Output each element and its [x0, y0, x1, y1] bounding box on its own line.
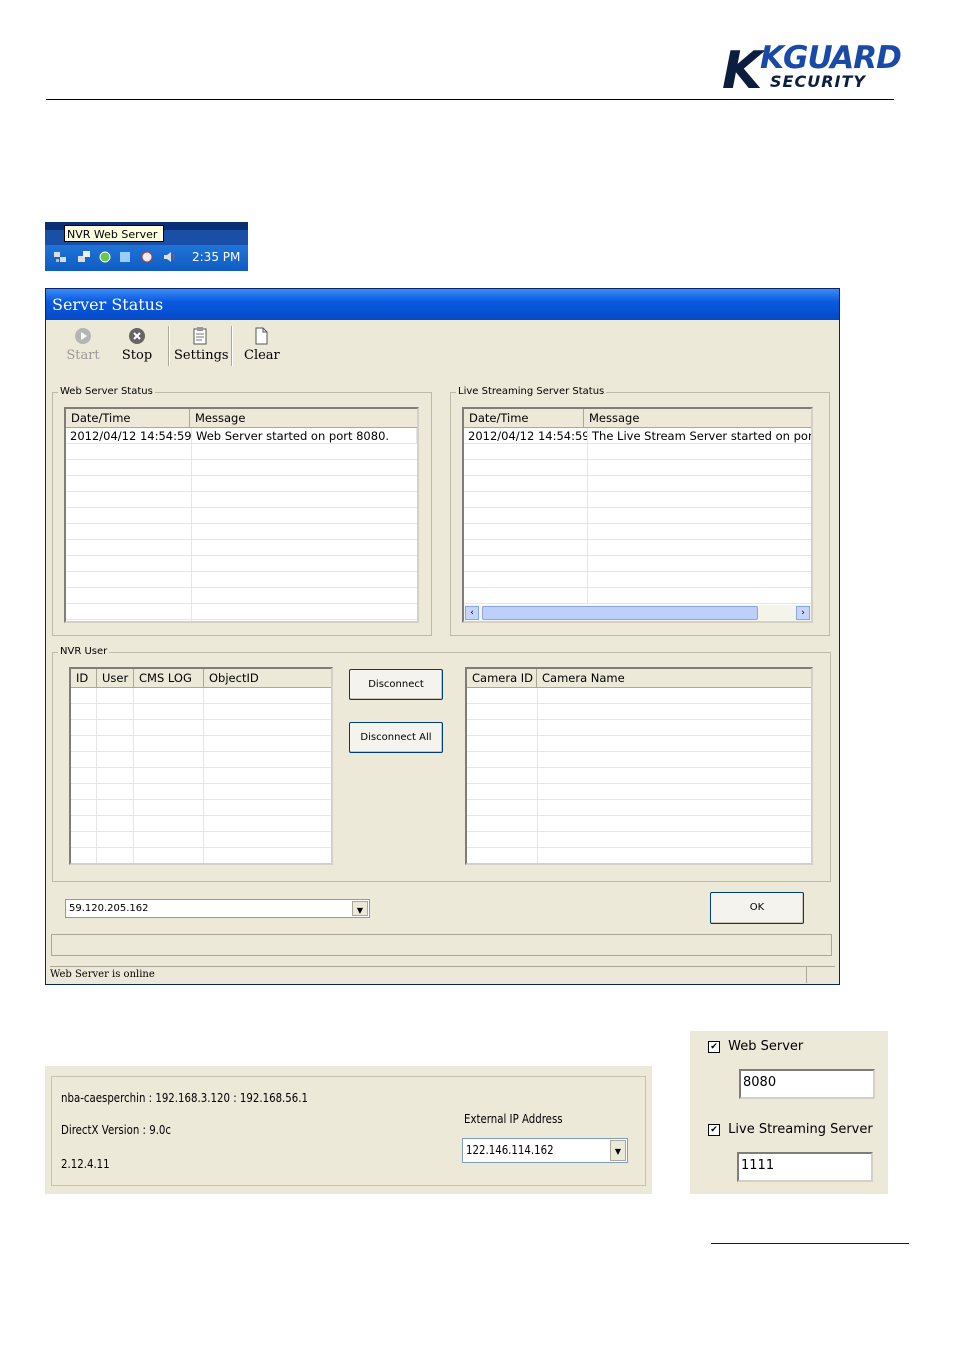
settings-button[interactable]: Settings [174, 326, 229, 363]
start-label: Start [66, 348, 100, 363]
header-rule [46, 99, 894, 100]
row-message: The Live Stream Server started on port [588, 428, 811, 443]
progress-bar [51, 934, 832, 956]
blank-page-icon [255, 327, 268, 345]
window-titlebar[interactable]: Server Status [46, 289, 839, 320]
external-ip-value: 122.146.114.162 [466, 1143, 554, 1157]
table-row[interactable]: 2012/04/12 14:54:59 Web Server started o… [66, 428, 417, 444]
col-objectid[interactable]: ObjectID [204, 669, 331, 687]
col-cms-log[interactable]: CMS LOG [134, 669, 204, 687]
system-tray-snippet: NVR Web Server 2:35 PM [45, 222, 248, 271]
toolbar-separator [168, 326, 170, 366]
scroll-thumb[interactable] [482, 606, 758, 620]
disconnect-all-button[interactable]: Disconnect All [349, 722, 443, 753]
col-camera-id[interactable]: Camera ID [467, 669, 537, 687]
ip-address-select[interactable]: 59.120.205.162 ▼ [65, 899, 370, 918]
empty-col [66, 444, 192, 621]
stop-button[interactable]: Stop [120, 326, 154, 363]
refresh-icon[interactable] [98, 250, 112, 264]
kguard-logo: K KGUARD SECURITY [722, 40, 902, 101]
scroll-right-icon[interactable]: › [796, 606, 810, 620]
clear-button[interactable]: Clear [244, 326, 280, 363]
stop-icon [129, 328, 145, 344]
speaker-icon[interactable] [162, 250, 176, 264]
empty-rows [71, 688, 331, 863]
status-text: Web Server is online [50, 969, 155, 980]
settings-label: Settings [174, 348, 229, 363]
tray-clock: 2:35 PM [192, 250, 241, 264]
web-log-header: Date/Time Message [66, 409, 417, 428]
nvr-user-legend: NVR User [58, 646, 110, 657]
disconnect-button[interactable]: Disconnect [349, 669, 443, 700]
chevron-down-icon[interactable]: ▼ [352, 901, 368, 916]
stop-label: Stop [121, 348, 153, 363]
link-underline[interactable] [711, 1243, 909, 1244]
logo-text-kguard: KGUARD [760, 40, 902, 76]
checkbox-checked-icon[interactable]: ✔ [708, 1123, 720, 1136]
col-id[interactable]: ID [71, 669, 97, 687]
ok-button[interactable]: OK [710, 892, 804, 924]
user-list[interactable]: ID User CMS LOG ObjectID [69, 667, 333, 865]
live-streaming-checkbox[interactable]: ✔ Live Streaming Server [708, 1122, 873, 1137]
empty-col [464, 444, 588, 604]
web-port-input[interactable]: 8080 [739, 1069, 875, 1099]
empty-rows [464, 444, 811, 604]
server-status-window: Server Status Start Stop Settings Clear … [45, 288, 840, 985]
shield-icon[interactable] [140, 250, 154, 264]
web-server-label: Web Server [728, 1039, 804, 1054]
settings-clipboard-icon [193, 327, 207, 345]
network-icon-2[interactable] [77, 250, 91, 264]
col-message[interactable]: Message [190, 409, 417, 427]
scroll-left-icon[interactable]: ‹ [465, 606, 479, 620]
camera-list[interactable]: Camera ID Camera Name [465, 667, 813, 865]
web-server-status-legend: Web Server Status [58, 386, 155, 397]
app-version: 2.12.4.11 [61, 1157, 110, 1171]
clear-label: Clear [244, 348, 280, 363]
chevron-down-icon[interactable]: ▼ [610, 1140, 626, 1161]
external-ip-label: External IP Address [464, 1112, 563, 1126]
start-button[interactable]: Start [66, 326, 100, 363]
col-datetime[interactable]: Date/Time [464, 409, 584, 427]
server-icon[interactable] [118, 250, 132, 264]
user-list-header: ID User CMS LOG ObjectID [71, 669, 331, 688]
window-title: Server Status [52, 295, 164, 314]
play-icon [75, 328, 91, 344]
nvr-user-group: NVR User ID User CMS LOG ObjectID Discon… [52, 646, 831, 882]
web-server-status-group: Web Server Status Date/Time Message 2012… [52, 386, 432, 636]
col-camera-name[interactable]: Camera Name [537, 669, 811, 687]
web-server-checkbox[interactable]: ✔ Web Server [708, 1039, 803, 1054]
row-datetime: 2012/04/12 14:54:59 [464, 428, 588, 443]
tray-area: 2:35 PM [45, 245, 248, 271]
toolbar-separator-2 [231, 326, 233, 366]
web-log-list[interactable]: Date/Time Message 2012/04/12 14:54:59 We… [64, 407, 419, 623]
empty-rows [66, 444, 417, 621]
row-message: Web Server started on port 8080. [192, 428, 417, 443]
tray-tooltip: NVR Web Server [64, 225, 164, 242]
host-info: nba-caesperchin : 192.168.3.120 : 192.16… [61, 1091, 309, 1105]
row-datetime: 2012/04/12 14:54:59 [66, 428, 192, 443]
port-panel: ✔ Web Server 8080 ✔ Live Streaming Serve… [690, 1031, 888, 1194]
col-message[interactable]: Message [584, 409, 811, 427]
live-log-header: Date/Time Message [464, 409, 811, 428]
ip-address-value: 59.120.205.162 [69, 903, 149, 914]
info-panel: nba-caesperchin : 192.168.3.120 : 192.16… [45, 1066, 652, 1194]
live-streaming-label: Live Streaming Server [728, 1122, 873, 1137]
directx-version: DirectX Version : 9.0c [61, 1123, 172, 1137]
status-divider [806, 967, 807, 983]
live-port-input[interactable]: 1111 [737, 1152, 873, 1182]
external-ip-select[interactable]: 122.146.114.162 ▼ [462, 1138, 628, 1163]
live-log-list[interactable]: Date/Time Message 2012/04/12 14:54:59 Th… [462, 407, 813, 623]
table-row[interactable]: 2012/04/12 14:54:59 The Live Stream Serv… [464, 428, 811, 444]
col-datetime[interactable]: Date/Time [66, 409, 190, 427]
logo-text-security: SECURITY [770, 72, 866, 91]
horizontal-scrollbar[interactable]: ‹ › [464, 605, 811, 621]
live-streaming-status-legend: Live Streaming Server Status [456, 386, 607, 397]
camera-list-header: Camera ID Camera Name [467, 669, 811, 688]
empty-rows [467, 688, 811, 863]
live-streaming-status-group: Live Streaming Server Status Date/Time M… [450, 386, 830, 636]
network-icon[interactable] [53, 250, 67, 264]
status-bar: Web Server is online [50, 966, 835, 983]
checkbox-checked-icon[interactable]: ✔ [708, 1040, 720, 1053]
col-user[interactable]: User [97, 669, 134, 687]
